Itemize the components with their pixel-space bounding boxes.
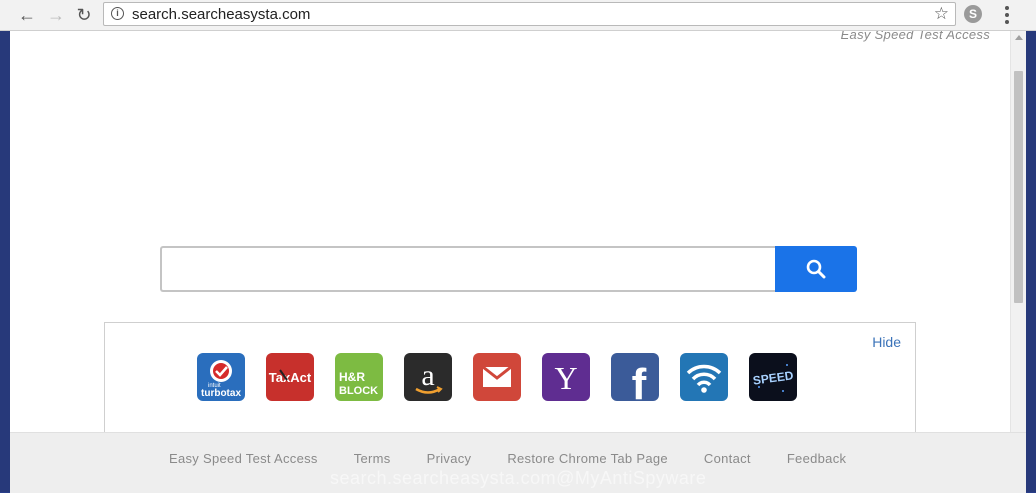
window-left-edge [0,31,10,492]
footer-link-privacy[interactable]: Privacy [427,451,472,466]
address-url[interactable]: search.searcheasysta.com [132,6,310,23]
browser-window: ← → ↻ i search.searcheasysta.com ☆ S Eas… [0,0,1036,493]
svg-text:Y: Y [554,360,577,396]
reload-button[interactable]: ↻ [73,4,95,26]
svg-text:H&R: H&R [339,370,365,384]
page-scrollbar[interactable] [1010,31,1026,432]
facebook-icon: f [632,360,647,401]
top-speed-test-link[interactable]: Easy Speed Test Access [841,31,990,42]
wifi-icon [686,364,722,393]
footer-link-speed-test[interactable]: Easy Speed Test Access [169,451,318,466]
svg-text:BLOCK: BLOCK [339,385,378,397]
tile-speed[interactable]: SPEED [749,353,797,401]
back-arrow-icon: ← [18,4,36,25]
footer-links: Easy Speed Test Access Terms Privacy Res… [169,451,882,466]
svg-text:f: f [632,360,647,401]
tile-gmail[interactable] [473,353,521,401]
forward-button[interactable]: → [45,4,67,26]
tile-hr-block[interactable]: H&R BLOCK [335,353,383,401]
footer-link-contact[interactable]: Contact [704,451,751,466]
taxact-icon: TaxAct [269,369,312,385]
svg-text:TaxAct: TaxAct [269,370,312,385]
browser-toolbar: ← → ↻ i search.searcheasysta.com ☆ S [0,0,1036,31]
tile-turbotax[interactable]: turbotax intuit [197,353,245,401]
forward-arrow-icon: → [47,4,65,25]
quick-links: turbotax intuit TaxAct H&R BLOCK a Y f S… [197,353,797,401]
footer-link-terms[interactable]: Terms [354,451,391,466]
back-button[interactable]: ← [16,4,38,26]
bookmark-star-icon[interactable]: ☆ [934,4,949,24]
search-icon [806,259,826,279]
svg-text:intuit: intuit [208,383,221,389]
amazon-icon: a [415,359,443,394]
turbotax-icon: turbotax intuit [201,360,241,399]
footer-link-restore-tab[interactable]: Restore Chrome Tab Page [507,451,668,466]
tile-amazon[interactable]: a [404,353,452,401]
tile-wifi[interactable] [680,353,728,401]
scroll-up-arrow-icon[interactable] [1015,35,1023,40]
footer-link-feedback[interactable]: Feedback [787,451,847,466]
search-input[interactable] [160,246,776,292]
address-bar[interactable]: i search.searcheasysta.com ☆ [103,2,956,26]
window-right-edge [1026,31,1036,492]
page-viewport: Easy Speed Test Access Hide turbotax int… [10,31,1010,432]
hide-link[interactable]: Hide [872,334,901,350]
svg-text:SPEED: SPEED [752,368,795,388]
mail-icon [482,365,512,387]
hr-block-icon: H&R BLOCK [339,370,378,397]
search-button[interactable] [775,246,857,292]
svg-text:a: a [421,359,434,392]
tile-facebook[interactable]: f [611,353,659,401]
speed-icon: SPEED [752,364,795,392]
tile-yahoo[interactable]: Y [542,353,590,401]
yahoo-icon: Y [554,360,577,396]
watermark-text: search.searcheasysta.com@MyAntiSpyware [330,468,707,488]
info-icon[interactable]: i [111,7,124,20]
tile-taxact[interactable]: TaxAct [266,353,314,401]
svg-text:turbotax: turbotax [201,388,241,399]
quick-links-panel: Hide turbotax intuit TaxAct H&R BLOCK a … [104,322,916,432]
extension-icon[interactable]: S [964,5,982,23]
scrollbar-thumb[interactable] [1014,71,1023,303]
browser-menu-icon[interactable] [997,5,1017,25]
reload-icon: ↻ [76,4,92,25]
